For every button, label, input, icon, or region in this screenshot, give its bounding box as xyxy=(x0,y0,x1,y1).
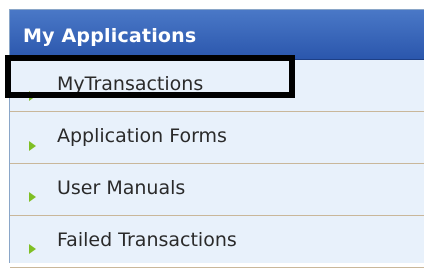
menu-item-user-manuals[interactable]: User Manuals xyxy=(10,164,424,216)
menu-item-label: Application Forms xyxy=(57,125,227,147)
panel-header: My Applications xyxy=(10,10,424,60)
menu-item-label: User Manuals xyxy=(57,177,186,199)
green-arrow-icon xyxy=(29,244,36,254)
green-arrow-icon xyxy=(29,192,36,202)
menu-item-failed-transactions[interactable]: Failed Transactions xyxy=(10,216,424,268)
panel-title: My Applications xyxy=(23,25,197,47)
menu-item-label: MyTransactions xyxy=(57,73,204,95)
menu-item-application-forms[interactable]: Application Forms xyxy=(10,112,424,164)
my-applications-panel: My Applications MyTransactions Applicati… xyxy=(9,9,424,268)
green-arrow-icon xyxy=(29,141,36,151)
green-arrow-icon xyxy=(29,91,36,101)
menu-item-mytransactions[interactable]: MyTransactions xyxy=(10,60,424,112)
menu-item-label: Failed Transactions xyxy=(57,229,237,251)
